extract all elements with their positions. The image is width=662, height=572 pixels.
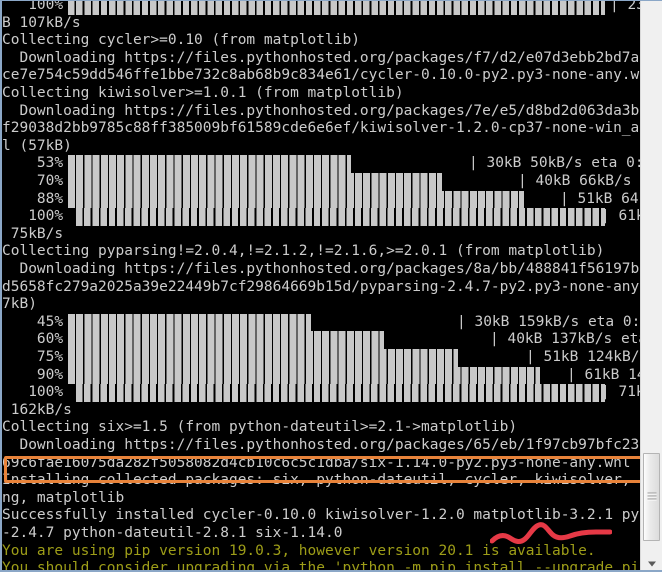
progress-percent-label: 88% [2, 190, 72, 207]
progress-percent-label: 60% [2, 331, 72, 348]
progress-bar-fill [68, 313, 311, 332]
console-line-text: 75kB/s [2, 225, 64, 242]
progress-bar-line: 70% | 40kB 66kB/s et [2, 173, 640, 191]
progress-percent-label: 53% [2, 155, 72, 172]
progress-bar-line: 53% | 30kB 50kB/s eta 0:00 [2, 155, 640, 173]
progress-bar-fill [68, 190, 524, 209]
progress-stats-label: | 40kB 66kB/s et [518, 173, 632, 189]
progress-bar-line: 100% | 61kB [2, 208, 640, 226]
progress-percent-label: 100% [2, 1, 64, 13]
scrollbar-grip-icon [647, 492, 656, 502]
progress-stats-label: | 61kB [601, 208, 640, 225]
progress-bar-line: 100% | 235k [2, 1, 640, 15]
progress-stats-label: | 51kB 124kB/s [526, 349, 640, 365]
console-text-line: 7kB) [2, 296, 640, 314]
progress-bar-fill [68, 155, 351, 173]
progress-bar-fill [68, 331, 384, 349]
console-text-line: f29038d2bb9785c88ff385009bf61589cde6e6ef… [2, 120, 640, 138]
progress-bar-line: 90% | 61kB 147 [2, 366, 640, 385]
console-line-text: Collecting pyparsing!=2.0.4,!=2.1.2,!=2.… [2, 243, 605, 260]
console-line-text: 7kB) [2, 296, 37, 313]
progress-stats-label: | 30kB 50kB/s eta 0:00 [469, 155, 640, 172]
console-window: 100% | 235k B 107kB/sCollecting cycler>=0.… [0, 0, 662, 572]
console-text-line: Installing collected packages: six, pyth… [2, 472, 640, 490]
scrollbar-track[interactable] [641, 1, 662, 554]
console-text-line: Collecting kiwisolver>=1.0.1 (from matpl… [2, 85, 640, 103]
console-line-text: 162kB/s [2, 401, 72, 418]
console-text-line: Downloading https://files.pythonhosted.o… [2, 50, 640, 68]
console-text-line: Collecting six>=1.5 (from python-dateuti… [2, 419, 640, 437]
console-line-text: -2.4.7 python-dateutil-2.8.1 six-1.14.0 [2, 525, 343, 541]
progress-stats-label: | 30kB 159kB/s eta 0:00: [457, 313, 640, 330]
progress-bar-fill [68, 1, 605, 15]
progress-stats-label: | 40kB 137kB/s eta 0 [490, 331, 640, 348]
progress-bar-fill [68, 366, 540, 385]
vertical-scrollbar[interactable] [640, 1, 662, 570]
progress-bar-fill [68, 173, 442, 191]
progress-percent-label: 70% [2, 173, 72, 189]
progress-bar-fill [68, 349, 458, 367]
progress-bar-line: 88% | 51kB 64kB [2, 190, 640, 209]
console-text-line: Collecting pyparsing!=2.0.4,!=2.1.2,!=2.… [2, 243, 640, 261]
console-line-text: 69c6fae16075da282f5058082d4cb10c6c5c1dba… [2, 454, 631, 471]
progress-percent-label: 75% [2, 349, 72, 365]
console-line-text: Downloading https://files.pythonhosted.o… [2, 49, 640, 66]
progress-stats-label: | 71kB [601, 384, 640, 401]
console-line-text: d5658fc279a2025a39e22449b7cf29864669b15d… [2, 278, 640, 295]
progress-bar-line: 75% | 51kB 124kB/s [2, 349, 640, 367]
console-line-text: Successfully installed cycler-0.10.0 kiw… [2, 507, 640, 524]
console-text-line: ng, matplotlib [2, 490, 640, 508]
console-text-line: 75kB/s [2, 226, 640, 244]
progress-bar-line: 45% | 30kB 159kB/s eta 0:00: [2, 313, 640, 332]
console-line-text: Downloading https://files.pythonhosted.o… [2, 437, 640, 453]
progress-percent-label: 100% [2, 208, 72, 225]
progress-bar-fill [76, 208, 605, 226]
console-text-line: You are using pip version 19.0.3, howeve… [2, 543, 640, 561]
console-line-text: l (57kB) [2, 137, 72, 154]
console-line-text: Downloading https://files.pythonhosted.o… [2, 261, 640, 277]
console-text-line: Downloading https://files.pythonhosted.o… [2, 437, 640, 455]
console-text-line: ce7e754c59dd546ffe1bbe732c8ab68b9c834e61… [2, 67, 640, 85]
console-line-text: Collecting six>=1.5 (from python-dateuti… [2, 419, 518, 436]
console-text-line: Downloading https://files.pythonhosted.o… [2, 103, 640, 121]
console-text-line: d5658fc279a2025a39e22449b7cf29864669b15d… [2, 279, 640, 297]
console-line-text: You should consider upgrading via the 'p… [2, 560, 640, 572]
console-text-line: B 107kB/s [2, 15, 640, 33]
console-line-text: ce7e754c59dd546ffe1bbe732c8ab68b9c834e61… [2, 67, 640, 84]
console-text-line: You should consider upgrading via the 'p… [2, 560, 640, 572]
chevron-down-icon [647, 561, 656, 566]
console-text-line: Collecting cycler>=0.10 (from matplotlib… [2, 32, 640, 50]
console-line-text: Collecting kiwisolver>=1.0.1 (from matpl… [2, 85, 404, 101]
console-line-text: f29038d2bb9785c88ff385009bf61589cde6e6ef… [2, 120, 640, 137]
console-text-line: 69c6fae16075da282f5058082d4cb10c6c5c1dba… [2, 455, 640, 473]
console-line-text: Installing collected packages: six, pyth… [2, 472, 640, 489]
console-line-text: Downloading https://files.pythonhosted.o… [2, 102, 640, 119]
console-line-text: You are using pip version 19.0.3, howeve… [2, 542, 596, 559]
progress-stats-label: | 61kB 147 [567, 366, 640, 383]
progress-bar-line: 100% | 71kB [2, 384, 640, 402]
console-output-surface[interactable]: 100% | 235k B 107kB/sCollecting cycler>=0.… [2, 1, 640, 572]
console-text-line: Downloading https://files.pythonhosted.o… [2, 261, 640, 279]
progress-bar-line: 60% | 40kB 137kB/s eta 0 [2, 331, 640, 349]
progress-stats-label: | 51kB 64kB [560, 190, 640, 207]
progress-stats-label: | 235k [610, 1, 640, 13]
console-text-line: -2.4.7 python-dateutil-2.8.1 six-1.14.0 [2, 525, 640, 543]
progress-percent-label: 90% [2, 366, 72, 383]
console-line-text: ng, matplotlib [2, 489, 125, 506]
progress-percent-label: 100% [2, 384, 72, 401]
progress-bar-fill [76, 384, 605, 402]
console-line-text: Collecting cycler>=0.10 (from matplotlib… [2, 32, 360, 49]
progress-percent-label: 45% [2, 313, 72, 330]
console-text-line: Successfully installed cycler-0.10.0 kiw… [2, 507, 640, 525]
scrollbar-down-button[interactable] [641, 554, 662, 570]
console-text-line: l (57kB) [2, 138, 640, 156]
console-line-text: B 107kB/s [2, 14, 81, 31]
console-text-line: 162kB/s [2, 402, 640, 420]
scrollbar-thumb[interactable] [643, 453, 660, 541]
